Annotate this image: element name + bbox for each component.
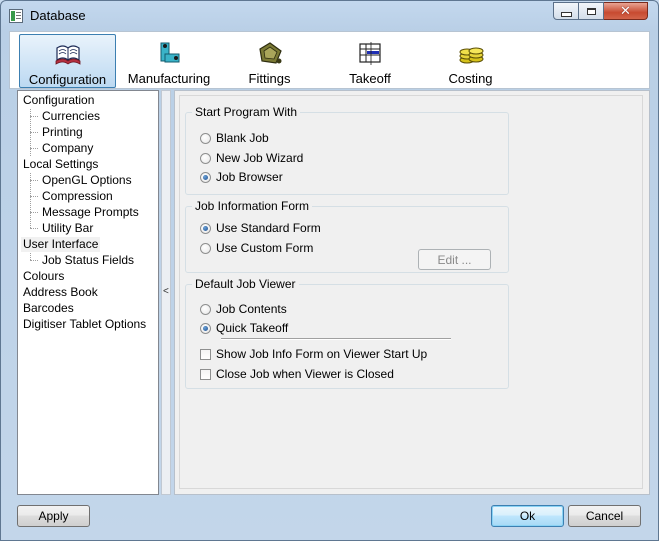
tree-node-digitiser-tablet-options[interactable]: Digitiser Tablet Options	[23, 317, 146, 332]
tree-node-job-status-fields[interactable]: Job Status Fields	[42, 253, 134, 268]
window-title: Database	[30, 8, 86, 23]
start-program-group: Start Program With Blank Job New Job Wiz…	[185, 105, 509, 195]
tree-connector	[30, 148, 38, 149]
tree-node-utility-bar[interactable]: Utility Bar	[42, 221, 93, 236]
close-icon: ✕	[620, 3, 631, 19]
new-job-wizard-label: New Job Wizard	[216, 151, 304, 165]
minimize-button[interactable]	[553, 2, 579, 20]
custom-form-radio[interactable]	[200, 242, 211, 254]
title-bar[interactable]: Database ✕	[1, 1, 658, 31]
quick-takeoff-radio[interactable]	[200, 322, 211, 334]
job-browser-radio[interactable]	[200, 171, 211, 183]
tree-connector	[30, 173, 31, 228]
tree-node-colours[interactable]: Colours	[23, 269, 64, 284]
tree-node-company[interactable]: Company	[42, 141, 93, 156]
manufacturing-icon	[160, 42, 180, 63]
job-info-form-title: Job Information Form	[192, 199, 313, 213]
close-job-label: Close Job when Viewer is Closed	[216, 367, 394, 381]
default-viewer-group: Default Job Viewer Job Contents Quick Ta…	[185, 277, 509, 389]
maximize-button[interactable]	[579, 2, 604, 20]
ok-button[interactable]: Ok	[491, 505, 564, 527]
cancel-button[interactable]: Cancel	[568, 505, 641, 527]
default-viewer-title: Default Job Viewer	[192, 277, 299, 291]
toolbar-costing[interactable]: Costing	[422, 34, 519, 88]
tree-connector	[30, 116, 38, 117]
standard-form-option[interactable]: Use Standard Form	[200, 221, 321, 235]
tree-node-currencies[interactable]: Currencies	[42, 109, 100, 124]
tree-node-address-book[interactable]: Address Book	[23, 285, 98, 300]
standard-form-label: Use Standard Form	[216, 221, 321, 235]
minimize-icon	[560, 11, 572, 17]
blank-job-option[interactable]: Blank Job	[200, 131, 269, 145]
toolbar-fittings-label: Fittings	[248, 71, 291, 86]
tree-connector	[30, 196, 38, 197]
show-job-info-option[interactable]: Show Job Info Form on Viewer Start Up	[200, 347, 427, 361]
takeoff-icon	[359, 42, 381, 65]
tree-connector	[30, 228, 38, 229]
database-app-icon	[9, 9, 23, 23]
custom-form-label: Use Custom Form	[216, 241, 314, 255]
job-browser-option[interactable]: Job Browser	[200, 170, 283, 184]
job-contents-label: Job Contents	[216, 302, 287, 316]
toolbar-takeoff-label: Takeoff	[349, 71, 391, 86]
standard-form-radio[interactable]	[200, 222, 211, 234]
settings-tree[interactable]: Configuration Currencies Printing Compan…	[17, 90, 159, 495]
job-browser-label: Job Browser	[216, 170, 283, 184]
collapse-arrow-icon[interactable]: <	[163, 286, 169, 297]
tree-node-configuration[interactable]: Configuration	[23, 93, 94, 108]
toolbar-configuration-label: Configuration	[28, 72, 107, 87]
coins-icon	[459, 47, 483, 64]
close-button[interactable]: ✕	[604, 2, 648, 20]
tree-connector	[30, 253, 31, 260]
fittings-icon	[258, 42, 282, 64]
book-icon	[55, 45, 80, 65]
tree-node-printing[interactable]: Printing	[42, 125, 83, 140]
quick-takeoff-label: Quick Takeoff	[216, 321, 289, 335]
tree-node-barcodes[interactable]: Barcodes	[23, 301, 74, 316]
toolbar-configuration[interactable]: Configuration	[19, 34, 116, 88]
apply-button[interactable]: Apply	[17, 505, 90, 527]
new-job-wizard-option[interactable]: New Job Wizard	[200, 151, 303, 165]
tree-connector	[30, 180, 38, 181]
show-job-info-label: Show Job Info Form on Viewer Start Up	[216, 347, 428, 361]
toolbar-manufacturing-label: Manufacturing	[127, 71, 211, 86]
caption-buttons: ✕	[553, 2, 648, 20]
tree-node-opengl-options[interactable]: OpenGL Options	[42, 173, 132, 188]
custom-form-option[interactable]: Use Custom Form	[200, 241, 313, 255]
tree-node-message-prompts[interactable]: Message Prompts	[42, 205, 139, 220]
job-contents-option[interactable]: Job Contents	[200, 302, 287, 316]
tree-connector	[30, 260, 38, 261]
job-contents-radio[interactable]	[200, 303, 211, 315]
settings-panel-inner: Start Program With Blank Job New Job Wiz…	[179, 95, 643, 489]
maximize-icon	[586, 7, 596, 15]
toolbar-fittings[interactable]: Fittings	[222, 34, 317, 88]
start-program-title: Start Program With	[192, 105, 301, 119]
viewer-separator	[221, 338, 451, 340]
quick-takeoff-option[interactable]: Quick Takeoff	[200, 321, 288, 335]
blank-job-label: Blank Job	[216, 131, 269, 145]
toolbar-costing-label: Costing	[448, 71, 493, 86]
close-job-checkbox[interactable]	[200, 368, 211, 380]
tree-node-user-interface[interactable]: User Interface	[21, 237, 101, 252]
tree-node-compression[interactable]: Compression	[42, 189, 113, 204]
edit-form-button[interactable]: Edit ...	[418, 249, 491, 270]
close-job-option[interactable]: Close Job when Viewer is Closed	[200, 367, 394, 381]
blank-job-radio[interactable]	[200, 132, 211, 144]
settings-panel: Start Program With Blank Job New Job Wiz…	[174, 90, 650, 495]
category-toolbar: Configuration Manufacturing Fittings Tak…	[9, 31, 650, 89]
tree-node-local-settings[interactable]: Local Settings	[23, 157, 98, 172]
tree-connector	[30, 212, 38, 213]
panel-splitter[interactable]: <	[161, 90, 171, 495]
database-window: Database ✕ Configuration Manufacturing F…	[0, 0, 659, 541]
tree-connector	[30, 132, 38, 133]
toolbar-manufacturing[interactable]: Manufacturing	[120, 34, 218, 88]
new-job-wizard-radio[interactable]	[200, 152, 211, 164]
show-job-info-checkbox[interactable]	[200, 348, 211, 360]
toolbar-takeoff[interactable]: Takeoff	[322, 34, 418, 88]
